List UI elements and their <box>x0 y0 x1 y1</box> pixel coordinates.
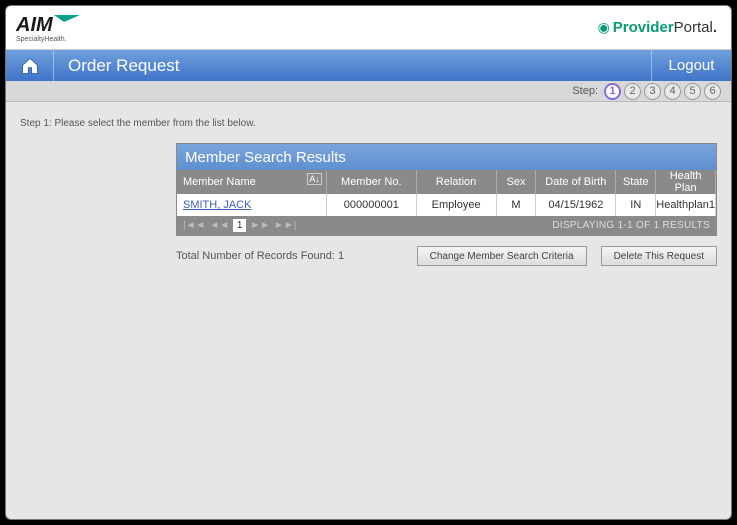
portal-text: Portal <box>674 19 713 36</box>
member-name-link[interactable]: SMITH, JACK <box>183 199 251 211</box>
svg-text:SpecialtyHealth.: SpecialtyHealth. <box>16 36 67 43</box>
step-indicator: Step: 1 2 3 4 5 6 <box>6 81 731 102</box>
col-relation[interactable]: Relation <box>416 170 496 194</box>
brand-header: AIM SpecialtyHealth. ◉ ProviderPortal. <box>6 6 731 50</box>
cell-state: IN <box>616 194 656 216</box>
col-member-no[interactable]: Member No. <box>326 170 416 194</box>
cell-relation: Employee <box>416 194 496 216</box>
step-4[interactable]: 4 <box>664 83 681 100</box>
pager-first-icon[interactable]: |◄◄ <box>183 220 205 231</box>
app-window: AIM SpecialtyHealth. ◉ ProviderPortal. O… <box>5 5 732 520</box>
pager-next-icon[interactable]: ►► <box>250 220 270 231</box>
cell-dob: 04/15/1962 <box>536 194 616 216</box>
aim-logo: AIM SpecialtyHealth. <box>16 13 84 43</box>
home-button[interactable] <box>6 50 54 81</box>
below-panel: Total Number of Records Found: 1 Change … <box>176 246 717 266</box>
step-label: Step: <box>572 85 598 97</box>
col-dob[interactable]: Date of Birth <box>536 170 616 194</box>
svg-text:AIM: AIM <box>16 14 54 36</box>
col-health-plan[interactable]: Health Plan <box>656 170 716 194</box>
pager-prev-icon[interactable]: ◄◄ <box>209 220 229 231</box>
pager-last-icon[interactable]: ►►| <box>274 220 296 231</box>
delete-request-button[interactable]: Delete This Request <box>601 246 717 266</box>
col-member-name[interactable]: Member Name A↓ <box>177 170 326 194</box>
cell-health-plan: Healthplan1 <box>656 194 716 216</box>
page-title: Order Request <box>54 50 651 81</box>
home-icon <box>20 56 40 76</box>
change-criteria-button[interactable]: Change Member Search Criteria <box>417 246 587 266</box>
pager-display-text: DISPLAYING 1-1 OF 1 RESULTS <box>552 220 710 231</box>
globe-icon: ◉ <box>598 19 610 36</box>
main-content: Member Search Results Member Name A↓ <box>6 143 731 266</box>
cell-sex: M <box>496 194 536 216</box>
total-records: Total Number of Records Found: 1 <box>176 250 403 262</box>
step-2[interactable]: 2 <box>624 83 641 100</box>
col-sex[interactable]: Sex <box>496 170 536 194</box>
portal-dot: . <box>713 19 717 36</box>
table-header-row: Member Name A↓ Member No. Relation Sex D… <box>177 170 716 194</box>
step-1[interactable]: 1 <box>604 83 621 100</box>
sort-icon[interactable]: A↓ <box>307 173 322 185</box>
cell-member-no: 000000001 <box>326 194 416 216</box>
step-3[interactable]: 3 <box>644 83 661 100</box>
provider-text: Provider <box>613 19 674 36</box>
col-state[interactable]: State <box>616 170 656 194</box>
step-6[interactable]: 6 <box>704 83 721 100</box>
step-5[interactable]: 5 <box>684 83 701 100</box>
table-row: SMITH, JACK 000000001 Employee M 04/15/1… <box>177 194 716 216</box>
results-table: Member Name A↓ Member No. Relation Sex D… <box>177 170 716 216</box>
member-search-panel: Member Search Results Member Name A↓ <box>176 143 717 236</box>
provider-portal-logo: ◉ ProviderPortal. <box>598 19 717 36</box>
navbar: Order Request Logout <box>6 50 731 81</box>
pager-current-page: 1 <box>233 219 246 232</box>
step-instruction: Step 1: Please select the member from th… <box>6 102 731 143</box>
pager: |◄◄ ◄◄ 1 ►► ►►| DISPLAYING 1-1 OF 1 RESU… <box>177 216 716 235</box>
logout-button[interactable]: Logout <box>651 50 731 81</box>
panel-title: Member Search Results <box>177 144 716 170</box>
